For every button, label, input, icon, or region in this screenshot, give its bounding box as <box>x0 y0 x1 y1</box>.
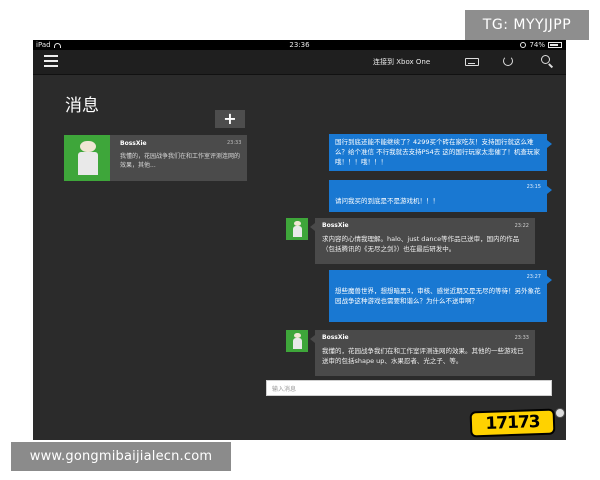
avatar <box>64 135 110 181</box>
message-input-placeholder: 输入消息 <box>272 386 297 393</box>
avatar <box>286 218 308 240</box>
connect-xbox-label[interactable]: 连接到 Xbox One <box>373 57 430 67</box>
rotation-lock-icon <box>520 42 527 48</box>
message-time: 23:15 <box>526 184 541 190</box>
message-bubble: BossXie 23:22 求内容的心情我理解。halo、just dance等… <box>310 218 535 264</box>
conversation-time: 23:33 <box>227 140 242 146</box>
refresh-icon[interactable] <box>503 56 513 66</box>
search-icon[interactable] <box>541 55 550 64</box>
sender-name: BossXie <box>322 222 349 229</box>
sender-name: BossXie <box>322 334 349 341</box>
status-bar: iPad 23:36 74% <box>33 40 566 50</box>
outgoing-message: 国行到底还能不能继续了？4299买个砖在家吃灰！支持国行就这么难么？给个准信 不… <box>329 134 552 171</box>
message-text: 想些魔兽世界，想想暗黑3，审核、感觉近期又是无尽的等待！另外象花园战争这种游戏也… <box>335 287 541 305</box>
battery-icon <box>548 42 562 48</box>
outgoing-message: 23:15 请问我买的到底是不是游戏机！！！ <box>329 180 552 212</box>
logo-dot <box>555 408 565 418</box>
conversation-item[interactable]: BossXie 23:33 我懂的，花园战争我们在和工作室评测连网的效果，其他.… <box>64 135 247 181</box>
conversation-name: BossXie <box>120 140 147 147</box>
website-watermark: www.gongmibaijialecn.com <box>11 442 231 471</box>
message-text: 求内容的心情我理解。halo、just dance等作品已送审，国内的作品（包括… <box>322 235 520 253</box>
message-time: 23:33 <box>514 335 529 341</box>
clock: 23:36 <box>289 41 310 49</box>
top-nav-bar: 连接到 Xbox One <box>33 50 566 75</box>
ipad-screen: iPad 23:36 74% 连接到 Xbox One 消息 + BossXie… <box>33 40 566 440</box>
new-message-button[interactable]: + <box>215 110 245 128</box>
message-time: 23:27 <box>526 274 541 280</box>
message-text: 请问我买的到底是不是游戏机！！！ <box>335 197 439 205</box>
message-input[interactable]: 输入消息 <box>266 380 552 396</box>
page-title: 消息 <box>65 96 99 116</box>
console-icon[interactable] <box>465 58 479 66</box>
channel-tag: TG: MYYJJPP <box>465 10 589 40</box>
menu-icon[interactable] <box>44 55 58 67</box>
message-time: 23:22 <box>514 223 529 229</box>
site-logo: 17173 <box>469 408 556 438</box>
avatar <box>286 330 308 352</box>
conversation-preview: 我懂的，花园战争我们在和工作室评测连网的效果，其他... <box>120 153 241 169</box>
message-bubble: BossXie 23:33 我懂的，花园战争我们在和工作室评测连网的效果。其他的… <box>310 330 535 376</box>
outgoing-message: 23:27 想些魔兽世界，想想暗黑3，审核、感觉近期又是无尽的等待！另外象花园战… <box>329 270 552 322</box>
battery-percent: 74% <box>529 41 545 49</box>
message-text: 国行到底还能不能继续了？4299买个砖在家吃灰！支持国行就这么难么？给个准信 不… <box>335 138 540 166</box>
message-text: 我懂的，花园战争我们在和工作室评测连网的效果。其他的一些游戏已送审的包括shap… <box>322 347 524 365</box>
